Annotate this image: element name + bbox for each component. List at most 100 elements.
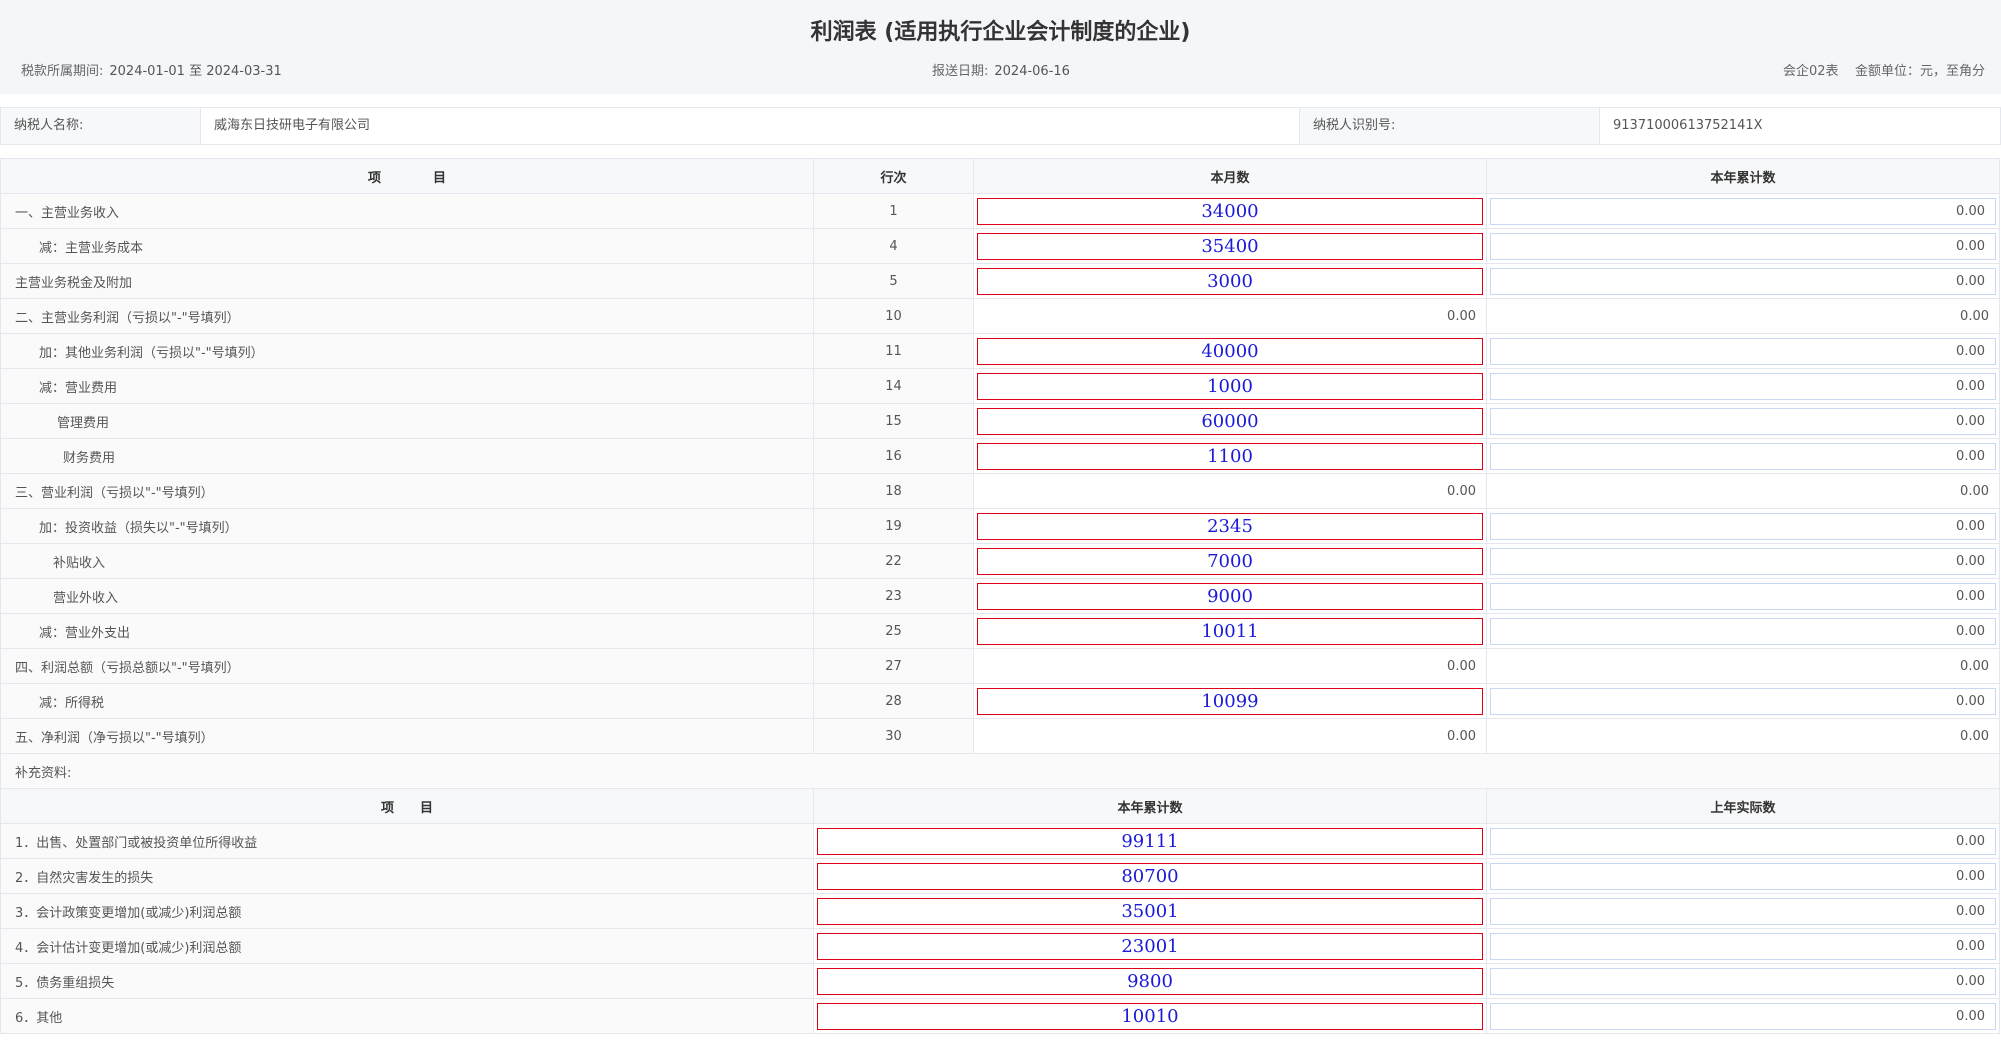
month-amount-input[interactable]: 7000 bbox=[977, 547, 1483, 575]
year-amount-input[interactable]: 0.00 bbox=[1490, 512, 1996, 540]
year-amount-input[interactable]: 0.00 bbox=[1490, 232, 1996, 260]
taxpayer-name-label: 纳税人名称: bbox=[1, 108, 201, 144]
year-cell: 0.00 bbox=[1486, 228, 2000, 264]
supp-prior-input[interactable]: 0.00 bbox=[1490, 967, 1996, 995]
row-item-label: 一、主营业务收入 bbox=[0, 193, 814, 229]
supp-prior-input[interactable]: 0.00 bbox=[1490, 897, 1996, 925]
month-amount-input[interactable]: 9000 bbox=[977, 582, 1483, 610]
year-amount-input[interactable]: 0.00 bbox=[1490, 337, 1996, 365]
row-line-number: 16 bbox=[813, 438, 974, 474]
month-amount-input[interactable]: 1100 bbox=[977, 442, 1483, 470]
row-item-label: 减：营业外支出 bbox=[0, 613, 814, 649]
table-row: 五、净利润（净亏损以"-"号填列） 30 0.00 0.00 bbox=[0, 718, 2000, 754]
supp-item-label: 1．出售、处置部门或被投资单位所得收益 bbox=[0, 823, 814, 859]
month-amount-input[interactable]: 34000 bbox=[977, 197, 1483, 225]
supp-header-prior: 上年实际数 bbox=[1486, 788, 2000, 824]
year-amount-input[interactable]: 0.00 bbox=[1490, 197, 1996, 225]
supp-prior-input[interactable]: 0.00 bbox=[1490, 827, 1996, 855]
supplement-label-row: 补充资料: bbox=[0, 753, 2000, 789]
supp-prior-input[interactable]: 0.00 bbox=[1490, 1002, 1996, 1030]
month-amount-input[interactable]: 3000 bbox=[977, 267, 1483, 295]
row-item-label: 三、营业利润（亏损以"-"号填列） bbox=[0, 473, 814, 509]
year-cell: 0.00 bbox=[1486, 193, 2000, 229]
row-item-label: 主营业务税金及附加 bbox=[0, 263, 814, 299]
row-line-number: 15 bbox=[813, 403, 974, 439]
month-cell: 2345 bbox=[973, 508, 1487, 544]
row-item-label: 二、主营业务利润（亏损以"-"号填列） bbox=[0, 298, 814, 334]
supp-prior-input[interactable]: 0.00 bbox=[1490, 932, 1996, 960]
table-row: 财务费用 16 1100 0.00 bbox=[0, 438, 2000, 474]
table-row: 三、营业利润（亏损以"-"号填列） 18 0.00 0.00 bbox=[0, 473, 2000, 509]
year-amount-input[interactable]: 0.00 bbox=[1490, 267, 1996, 295]
year-amount-readonly: 0.00 bbox=[1486, 718, 2000, 754]
year-amount-input[interactable]: 0.00 bbox=[1490, 617, 1996, 645]
row-item-label: 四、利润总额（亏损总额以"-"号填列） bbox=[0, 648, 814, 684]
page-title: 利润表 (适用执行企业会计制度的企业) bbox=[810, 20, 1191, 45]
form-code: 会企02表 bbox=[1783, 64, 1839, 79]
col-header-item: 项 目 bbox=[0, 158, 814, 194]
col-header-month: 本月数 bbox=[973, 158, 1487, 194]
supp-current-cell: 10010 bbox=[813, 998, 1487, 1034]
tax-period-label: 税款所属期间: bbox=[21, 64, 104, 79]
supp-header-item: 项 目 bbox=[0, 788, 814, 824]
supp-prior-cell: 0.00 bbox=[1486, 823, 2000, 859]
supp-current-input[interactable]: 9800 bbox=[817, 967, 1483, 995]
taxpayer-id-value: 91371000613752141X bbox=[1613, 118, 1763, 133]
year-amount-readonly: 0.00 bbox=[1486, 473, 2000, 509]
tax-period-value: 2024-01-01 至 2024-03-31 bbox=[109, 64, 282, 79]
table-row: 减：主营业务成本 4 35400 0.00 bbox=[0, 228, 2000, 264]
supp-current-input[interactable]: 99111 bbox=[817, 827, 1483, 855]
supp-current-input[interactable]: 23001 bbox=[817, 932, 1483, 960]
supplement-header-row: 项 目 本年累计数 上年实际数 bbox=[0, 788, 2000, 824]
year-amount-input[interactable]: 0.00 bbox=[1490, 547, 1996, 575]
supp-current-cell: 35001 bbox=[813, 893, 1487, 929]
table-row: 加：其他业务利润（亏损以"-"号填列） 11 40000 0.00 bbox=[0, 333, 2000, 369]
report-date: 报送日期: 2024-06-16 bbox=[932, 60, 1070, 79]
supp-current-input[interactable]: 80700 bbox=[817, 862, 1483, 890]
month-cell: 3000 bbox=[973, 263, 1487, 299]
supp-current-input[interactable]: 10010 bbox=[817, 1002, 1483, 1030]
month-amount-input[interactable]: 2345 bbox=[977, 512, 1483, 540]
row-item-label: 加：投资收益（损失以"-"号填列） bbox=[0, 508, 814, 544]
supp-prior-cell: 0.00 bbox=[1486, 963, 2000, 999]
year-amount-readonly: 0.00 bbox=[1486, 648, 2000, 684]
table-row: 四、利润总额（亏损总额以"-"号填列） 27 0.00 0.00 bbox=[0, 648, 2000, 684]
month-amount-input[interactable]: 40000 bbox=[977, 337, 1483, 365]
row-line-number: 25 bbox=[813, 613, 974, 649]
table-row: 营业外收入 23 9000 0.00 bbox=[0, 578, 2000, 614]
month-amount-input[interactable]: 60000 bbox=[977, 407, 1483, 435]
row-line-number: 28 bbox=[813, 683, 974, 719]
year-amount-input[interactable]: 0.00 bbox=[1490, 582, 1996, 610]
year-amount-input[interactable]: 0.00 bbox=[1490, 372, 1996, 400]
year-amount-input[interactable]: 0.00 bbox=[1490, 407, 1996, 435]
month-amount-input[interactable]: 10099 bbox=[977, 687, 1483, 715]
month-amount-input[interactable]: 35400 bbox=[977, 232, 1483, 260]
year-cell: 0.00 bbox=[1486, 543, 2000, 579]
table-row: 减：所得税 28 10099 0.00 bbox=[0, 683, 2000, 719]
year-amount-input[interactable]: 0.00 bbox=[1490, 442, 1996, 470]
month-amount-input[interactable]: 1000 bbox=[977, 372, 1483, 400]
supplement-row: 6．其他 10010 0.00 bbox=[0, 998, 2000, 1034]
month-amount-input[interactable]: 10011 bbox=[977, 617, 1483, 645]
amount-unit: 金额单位：元，至角分 bbox=[1855, 64, 1986, 79]
row-item-label: 管理费用 bbox=[0, 403, 814, 439]
report-header: 利润表 (适用执行企业会计制度的企业) 税款所属期间: 2024-01-01 至 … bbox=[0, 0, 2001, 94]
year-amount-input[interactable]: 0.00 bbox=[1490, 687, 1996, 715]
year-cell: 0.00 bbox=[1486, 403, 2000, 439]
row-item-label: 减：营业费用 bbox=[0, 368, 814, 404]
year-amount-readonly: 0.00 bbox=[1486, 298, 2000, 334]
supp-header-current: 本年累计数 bbox=[813, 788, 1487, 824]
row-line-number: 14 bbox=[813, 368, 974, 404]
month-cell: 1000 bbox=[973, 368, 1487, 404]
year-cell: 0.00 bbox=[1486, 683, 2000, 719]
year-cell: 0.00 bbox=[1486, 613, 2000, 649]
supp-prior-input[interactable]: 0.00 bbox=[1490, 862, 1996, 890]
supplement-label: 补充资料: bbox=[0, 753, 2000, 789]
month-cell: 7000 bbox=[973, 543, 1487, 579]
supp-current-input[interactable]: 35001 bbox=[817, 897, 1483, 925]
table-row: 减：营业外支出 25 10011 0.00 bbox=[0, 613, 2000, 649]
row-item-label: 补贴收入 bbox=[0, 543, 814, 579]
month-cell: 40000 bbox=[973, 333, 1487, 369]
month-cell: 34000 bbox=[973, 193, 1487, 229]
year-cell: 0.00 bbox=[1486, 438, 2000, 474]
